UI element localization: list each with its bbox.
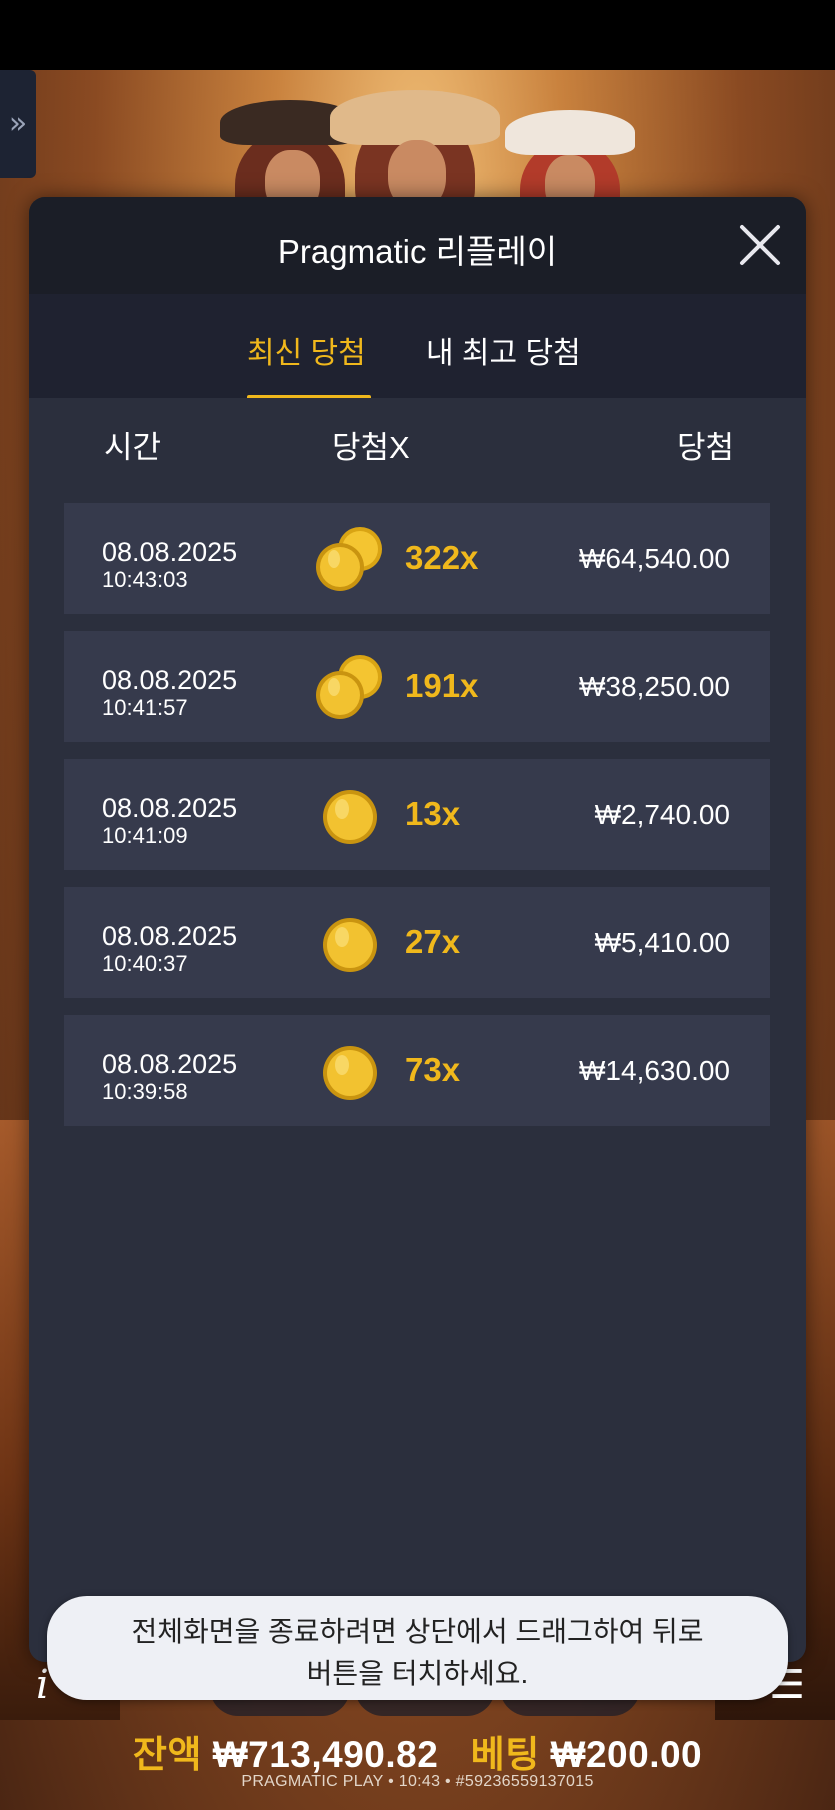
row-amount: ₩5,410.00: [594, 927, 730, 958]
tab-my-best-wins[interactable]: 내 최고 당첨: [426, 328, 581, 372]
toast-line-1: 전체화면을 종료하려면 상단에서 드래그하여 뒤로: [131, 1616, 704, 1647]
row-amount: ₩38,250.00: [579, 671, 730, 702]
table-row[interactable]: 08.08.2025 10:39:58 73x ₩14,630.00: [64, 1015, 770, 1126]
row-date: 08.08.2025: [102, 537, 238, 567]
row-time: 10:41:57: [102, 695, 188, 720]
row-amount: ₩64,540.00: [579, 543, 730, 574]
single-coin-icon: [323, 1046, 377, 1100]
balance-bet-line: 잔액 ₩713,490.82 베팅 ₩200.00: [0, 1724, 835, 1778]
row-date: 08.08.2025: [102, 793, 238, 823]
tab-bar: 최신 당첨 내 최고 당첨: [29, 294, 806, 398]
fullscreen-toast: 전체화면을 종료하려면 상단에서 드래그하여 뒤로 버튼을 터치하세요.: [47, 1596, 788, 1700]
close-icon[interactable]: [732, 217, 788, 273]
double-coin-icon: [316, 655, 382, 719]
side-menu-expand-icon[interactable]: »: [0, 70, 36, 178]
column-header-win: 당첨: [676, 430, 734, 465]
balance-value: ₩713,490.82: [212, 1734, 439, 1775]
row-multiplier: 73x: [405, 1051, 461, 1088]
balance-label: 잔액: [132, 1734, 202, 1775]
row-time: 10:39:58: [102, 1079, 188, 1104]
single-coin-icon: [323, 918, 377, 972]
wins-list: 08.08.2025 10:43:03 322x ₩64,540.00 08.0…: [64, 503, 770, 1143]
row-amount: ₩2,740.00: [594, 799, 730, 830]
row-multiplier: 13x: [405, 795, 461, 832]
table-header: 시간 당첨X 당첨: [29, 398, 806, 480]
double-coin-icon: [316, 527, 382, 591]
toast-line-2: 버튼을 터치하세요.: [306, 1658, 529, 1689]
row-date: 08.08.2025: [102, 1049, 238, 1079]
table-row[interactable]: 08.08.2025 10:40:37 27x ₩5,410.00: [64, 887, 770, 998]
row-amount: ₩14,630.00: [579, 1055, 730, 1086]
replay-modal: Pragmatic 리플레이 최신 당첨 내 최고 당첨 시간 당첨X 당첨 0…: [29, 197, 806, 1662]
modal-header: Pragmatic 리플레이: [29, 197, 806, 294]
row-time: 10:40:37: [102, 951, 188, 976]
row-date: 08.08.2025: [102, 921, 238, 951]
tab-latest-wins[interactable]: 최신 당첨: [247, 328, 366, 372]
table-row[interactable]: 08.08.2025 10:41:09 13x ₩2,740.00: [64, 759, 770, 870]
bet-value: ₩200.00: [550, 1734, 703, 1775]
bet-label: 베팅: [470, 1734, 540, 1775]
modal-title: Pragmatic 리플레이: [277, 233, 558, 270]
single-coin-icon: [323, 790, 377, 844]
row-multiplier: 322x: [405, 539, 479, 576]
row-multiplier: 27x: [405, 923, 461, 960]
row-multiplier: 191x: [405, 667, 479, 704]
footer-info: PRAGMATIC PLAY • 10:43 • #59236559137015: [241, 1773, 594, 1790]
column-header-time: 시간: [104, 430, 162, 465]
row-time: 10:43:03: [102, 567, 188, 592]
row-time: 10:41:09: [102, 823, 188, 848]
row-date: 08.08.2025: [102, 665, 238, 695]
table-row[interactable]: 08.08.2025 10:41:57 191x ₩38,250.00: [64, 631, 770, 742]
column-header-multiplier: 당첨X: [332, 430, 410, 465]
table-row[interactable]: 08.08.2025 10:43:03 322x ₩64,540.00: [64, 503, 770, 614]
